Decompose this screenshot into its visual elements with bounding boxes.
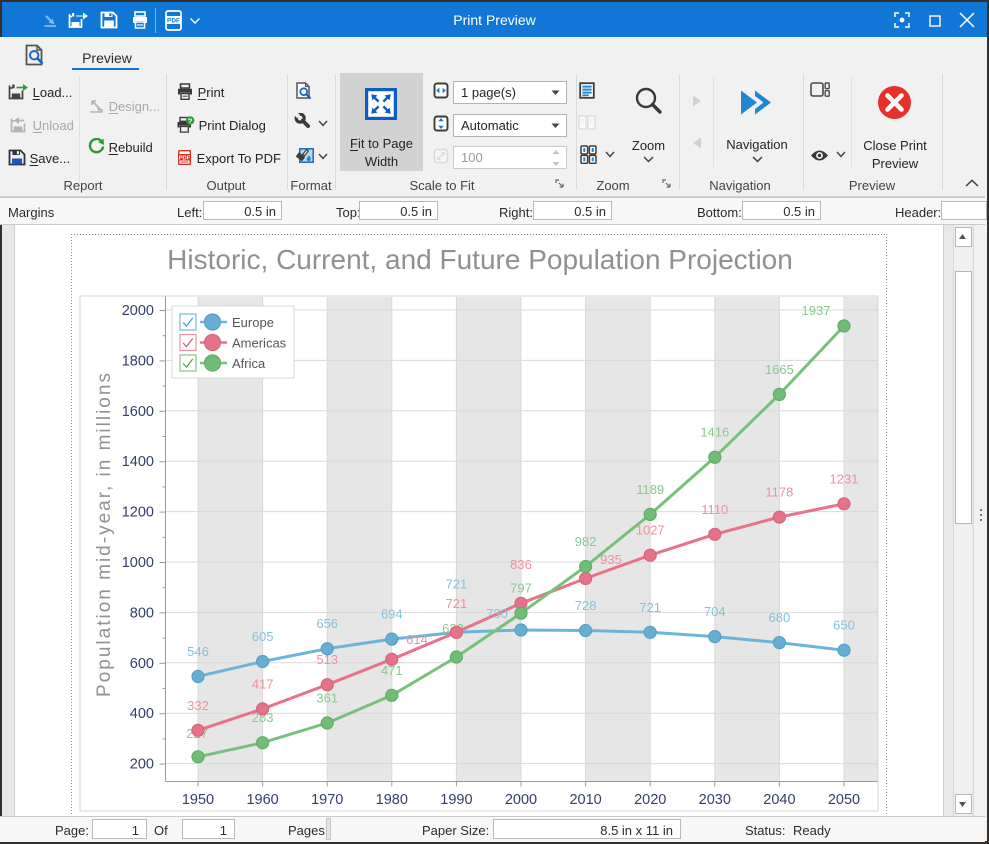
svg-text:1937: 1937 xyxy=(802,303,831,318)
svg-text:704: 704 xyxy=(704,604,726,619)
svg-text:1110: 1110 xyxy=(701,502,728,517)
svg-text:1000: 1000 xyxy=(122,555,154,571)
svg-text:1665: 1665 xyxy=(765,362,794,377)
svg-text:800: 800 xyxy=(130,605,154,621)
svg-text:Population mid-year, in millio: Population mid-year, in millions xyxy=(94,371,115,697)
svg-text:200: 200 xyxy=(130,757,154,773)
svg-text:400: 400 xyxy=(130,706,154,722)
svg-text:1231: 1231 xyxy=(830,471,859,486)
svg-text:417: 417 xyxy=(252,676,274,691)
svg-text:1600: 1600 xyxy=(122,404,154,420)
svg-text:721: 721 xyxy=(639,600,661,615)
svg-text:680: 680 xyxy=(769,610,791,625)
svg-text:1400: 1400 xyxy=(122,454,154,470)
svg-text:721: 721 xyxy=(446,577,468,592)
svg-text:361: 361 xyxy=(316,691,338,706)
svg-text:1800: 1800 xyxy=(122,353,154,369)
svg-text:1200: 1200 xyxy=(122,505,154,521)
svg-text:2020: 2020 xyxy=(634,792,666,808)
svg-text:730: 730 xyxy=(486,606,508,621)
svg-text:2030: 2030 xyxy=(699,792,731,808)
svg-text:600: 600 xyxy=(130,656,154,672)
svg-text:PDF: PDF xyxy=(167,18,180,25)
svg-text:982: 982 xyxy=(575,534,597,549)
svg-text:PDF: PDF xyxy=(179,155,191,161)
svg-text:1990: 1990 xyxy=(440,792,472,808)
svg-text:Africa: Africa xyxy=(232,356,266,371)
svg-text:1950: 1950 xyxy=(182,792,214,808)
svg-text:1960: 1960 xyxy=(246,792,278,808)
svg-text:1178: 1178 xyxy=(765,485,793,500)
svg-text:605: 605 xyxy=(252,629,274,644)
svg-text:2000: 2000 xyxy=(505,792,537,808)
svg-text:1027: 1027 xyxy=(636,523,665,538)
svg-text:1980: 1980 xyxy=(376,792,408,808)
svg-text:Americas: Americas xyxy=(232,336,287,351)
svg-text:1416: 1416 xyxy=(700,425,729,440)
svg-text:694: 694 xyxy=(381,607,403,622)
svg-text:728: 728 xyxy=(575,598,597,613)
svg-text:650: 650 xyxy=(833,618,855,633)
svg-text:2050: 2050 xyxy=(828,792,860,808)
svg-text:935: 935 xyxy=(600,552,622,567)
svg-text:614: 614 xyxy=(406,632,428,647)
svg-text:2000: 2000 xyxy=(122,303,154,319)
svg-text:2010: 2010 xyxy=(569,792,601,808)
svg-text:2040: 2040 xyxy=(763,792,795,808)
svg-text:332: 332 xyxy=(187,698,209,713)
svg-text:721: 721 xyxy=(446,596,468,611)
svg-text:797: 797 xyxy=(510,581,532,596)
svg-text:656: 656 xyxy=(316,616,338,631)
svg-text:Europe: Europe xyxy=(232,315,274,330)
svg-text:546: 546 xyxy=(187,644,209,659)
svg-text:836: 836 xyxy=(510,557,532,572)
svg-text:?: ? xyxy=(188,116,193,125)
svg-text:1970: 1970 xyxy=(311,792,343,808)
svg-text:1189: 1189 xyxy=(636,482,664,497)
